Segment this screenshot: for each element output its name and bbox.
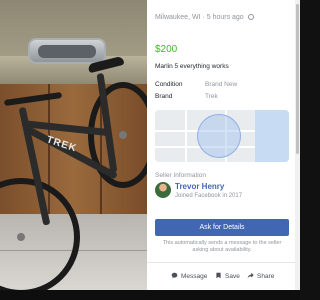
message-icon — [171, 272, 178, 279]
scrollbar-thumb[interactable] — [296, 4, 299, 154]
listing-photo[interactable]: TREK — [0, 0, 147, 290]
message-label: Message — [181, 273, 208, 280]
listing-price: $200 — [155, 44, 178, 55]
share-label: Share — [257, 273, 275, 280]
listing-location: Milwaukee, WI · 5 hours ago — [155, 14, 254, 21]
share-button[interactable]: Share — [247, 272, 274, 280]
map-lake — [255, 110, 289, 162]
map-radius-circle — [197, 114, 241, 158]
photo-sink — [28, 38, 106, 64]
save-icon — [216, 272, 221, 279]
map-road — [185, 110, 187, 162]
save-button[interactable]: Save — [215, 272, 240, 280]
attribute-value: Trek — [205, 93, 218, 100]
bottom-dark-bar — [0, 290, 300, 300]
seller-avatar[interactable] — [155, 182, 171, 198]
location-text: Milwaukee, WI · 5 hours ago — [155, 14, 244, 21]
ask-for-details-button[interactable]: Ask for Details — [155, 219, 289, 236]
message-button[interactable]: Message — [171, 272, 207, 280]
location-map[interactable] — [155, 110, 289, 162]
save-label: Save — [225, 273, 240, 280]
seller-joined-text: Joined Facebook in 2017 — [175, 193, 243, 199]
attribute-key: Condition — [155, 81, 183, 88]
share-icon — [247, 272, 254, 279]
listing-description: Marlin 5 everything works — [155, 63, 229, 70]
ask-note-text: This automatically sends a message to th… — [162, 240, 282, 253]
attribute-key: Brand — [155, 93, 173, 100]
seller-name-link[interactable]: Trevor Henry — [175, 182, 224, 191]
globe-icon — [247, 14, 254, 20]
seller-info-heading: Seller Information — [155, 172, 206, 179]
listing-details-panel: Milwaukee, WI · 5 hours ago $200 Marlin … — [147, 0, 300, 290]
attribute-value: Brand New — [205, 81, 238, 88]
action-bar: Message Save Share — [147, 262, 295, 290]
panel-scrollbar[interactable] — [295, 0, 300, 290]
